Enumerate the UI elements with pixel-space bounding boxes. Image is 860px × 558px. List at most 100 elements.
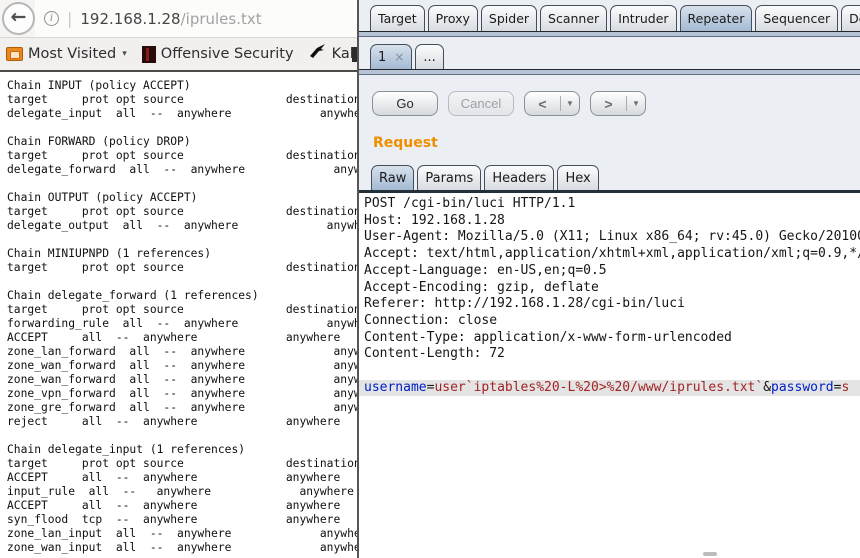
caret-down-icon[interactable]: ▼ <box>561 99 579 108</box>
tab-sequencer[interactable]: Sequencer <box>755 5 838 31</box>
iptables-line <box>7 233 357 247</box>
resize-grip[interactable] <box>703 552 717 556</box>
kali-dragon-icon <box>309 44 327 64</box>
request-header-line: Content-Length: 72 <box>364 346 860 363</box>
iptables-line: target prot opt source destination <box>7 303 357 317</box>
request-header-line: Accept-Encoding: gzip, deflate <box>364 280 860 297</box>
request-header-line: Connection: close <box>364 313 860 330</box>
caret-down-icon[interactable]: ▼ <box>627 99 645 108</box>
site-info-icon[interactable]: i <box>44 11 59 26</box>
browser-nav-bar: ← i | 192.168.1.28/iprules.txt <box>0 0 357 38</box>
separator <box>359 69 860 75</box>
iptables-line: ACCEPT all -- anywhere anywhere <box>7 331 357 345</box>
request-header-line: Host: 192.168.1.28 <box>364 213 860 230</box>
bookmark-offensive-security[interactable]: Offensive Security <box>142 46 294 63</box>
request-header-line: Accept: text/html,application/xhtml+xml,… <box>364 246 860 263</box>
request-editor[interactable]: POST /cgi-bin/luci HTTP/1.1Host: 192.168… <box>359 193 860 558</box>
tab-scanner[interactable]: Scanner <box>540 5 607 31</box>
chevron-left-icon: < <box>525 96 560 112</box>
cancel-button[interactable]: Cancel <box>448 91 514 116</box>
back-arrow-icon: ← <box>11 8 27 27</box>
iptables-line: zone_gre_forward all -- anywhere anywher… <box>7 401 357 415</box>
iptables-line: zone_lan_forward all -- anywhere anywher… <box>7 345 357 359</box>
bookmark-most-visited[interactable]: Most Visited ▾ <box>6 46 127 62</box>
iptables-line: target prot opt source destination <box>7 205 357 219</box>
tab-hex[interactable]: Hex <box>557 165 598 190</box>
iptables-line: zone_wan_forward all -- anywhere anywher… <box>7 373 357 387</box>
request-header-line: Referer: http://192.168.1.28/cgi-bin/luc… <box>364 296 860 313</box>
burp-suite-window: TargetProxySpiderScannerIntruderRepeater… <box>359 0 860 558</box>
iptables-line: zone_wan_forward all -- anywhere anywher… <box>7 359 357 373</box>
iptables-line: Chain INPUT (policy ACCEPT) <box>7 79 357 93</box>
url-host: 192.168.1.28 <box>80 10 180 28</box>
next-request-button[interactable]: > ▼ <box>590 91 646 116</box>
tab-raw[interactable]: Raw <box>371 165 414 190</box>
url-path: /iprules.txt <box>181 10 262 28</box>
bookmark-label: Offensive Security <box>161 46 294 62</box>
request-section-title: Request <box>373 135 860 151</box>
iptables-line: reject all -- anywhere anywhere <box>7 415 357 429</box>
close-icon[interactable]: × <box>394 51 404 63</box>
iptables-line: target prot opt source destination <box>7 261 357 275</box>
repeater-tab-more-label: ... <box>423 50 435 65</box>
back-button[interactable]: ← <box>2 2 35 35</box>
repeater-tab-bar: 1 × ... <box>359 37 860 69</box>
iptables-line: input_rule all -- anywhere anywhere <box>7 485 357 499</box>
iptables-line: delegate_input all -- anywhere anywhere <box>7 107 357 121</box>
iptables-line: target prot opt source destination <box>7 457 357 471</box>
iptables-line <box>7 177 357 191</box>
repeater-tab-1[interactable]: 1 × <box>370 44 412 69</box>
url-separator: | <box>67 9 72 28</box>
iptables-line: delegate_output all -- anywhere anywhere <box>7 219 357 233</box>
bookmark-label: Most Visited <box>28 46 116 62</box>
chevron-right-icon: > <box>591 96 626 112</box>
iptables-line: Chain delegate_forward (1 references) <box>7 289 357 303</box>
request-view-tab-bar: RawParamsHeadersHex <box>359 161 860 190</box>
iptables-page-text: Chain INPUT (policy ACCEPT)target prot o… <box>0 75 357 558</box>
tab-intruder[interactable]: Intruder <box>610 5 676 31</box>
request-header-line: Accept-Language: en-US,en;q=0.5 <box>364 263 860 280</box>
request-body-value: s <box>841 380 849 395</box>
browser-window: ← i | 192.168.1.28/iprules.txt Most Visi… <box>0 0 359 558</box>
iptables-line: ACCEPT all -- anywhere anywhere <box>7 499 357 513</box>
iptables-line <box>7 429 357 443</box>
url-bar[interactable]: i | 192.168.1.28/iprules.txt <box>35 0 357 37</box>
iptables-line: target prot opt source destination <box>7 93 357 107</box>
url-text: 192.168.1.28/iprules.txt <box>80 10 261 28</box>
tab-decoder[interactable]: Decoder <box>841 5 860 31</box>
iptables-line: ACCEPT all -- anywhere anywhere <box>7 471 357 485</box>
tab-proxy[interactable]: Proxy <box>428 5 478 31</box>
request-blank-line <box>364 363 860 380</box>
go-button[interactable]: Go <box>372 91 438 116</box>
iptables-line: Chain OUTPUT (policy ACCEPT) <box>7 191 357 205</box>
repeater-toolbar: Go Cancel < ▼ > ▼ <box>372 91 860 116</box>
request-body-name: password <box>771 380 834 395</box>
iptables-line: target prot opt source destination <box>7 149 357 163</box>
tab-spider[interactable]: Spider <box>481 5 537 31</box>
iptables-line: zone_vpn_forward all -- anywhere anywher… <box>7 387 357 401</box>
clipped-bookmark-icon[interactable] <box>352 47 357 62</box>
iptables-line: forwarding_rule all -- anywhere anywhere <box>7 317 357 331</box>
request-body-name: username <box>364 380 427 395</box>
iptables-line: Chain delegate_input (1 references) <box>7 443 357 457</box>
repeater-tab-more[interactable]: ... <box>415 44 443 69</box>
tab-target[interactable]: Target <box>370 5 425 31</box>
previous-request-button[interactable]: < ▼ <box>524 91 580 116</box>
offensive-security-icon <box>142 46 156 63</box>
request-header-line: Content-Type: application/x-www-form-url… <box>364 330 860 347</box>
bookmark-kali-linux[interactable]: Kali Linux <box>309 44 357 64</box>
iptables-line: zone_lan_input all -- anywhere anywhere <box>7 527 357 541</box>
tab-repeater[interactable]: Repeater <box>680 5 753 31</box>
request-header-line: User-Agent: Mozilla/5.0 (X11; Linux x86_… <box>364 229 860 246</box>
iptables-line: Chain MINIUPNPD (1 references) <box>7 247 357 261</box>
tab-params[interactable]: Params <box>417 165 481 190</box>
request-body-value: user`iptables%20-L%20>%20/www/iprules.tx… <box>434 380 763 395</box>
iptables-line: zone_wan_input all -- anywhere anywhere <box>7 541 357 555</box>
iptables-line: Chain FORWARD (policy DROP) <box>7 135 357 149</box>
tab-headers[interactable]: Headers <box>484 165 554 190</box>
iptables-line: delegate_forward all -- anywhere anywher… <box>7 163 357 177</box>
burp-main-tab-bar: TargetProxySpiderScannerIntruderRepeater… <box>359 0 860 31</box>
request-header-line: POST /cgi-bin/luci HTTP/1.1 <box>364 196 860 213</box>
repeater-tab-label: 1 <box>378 50 386 65</box>
iptables-line <box>7 121 357 135</box>
